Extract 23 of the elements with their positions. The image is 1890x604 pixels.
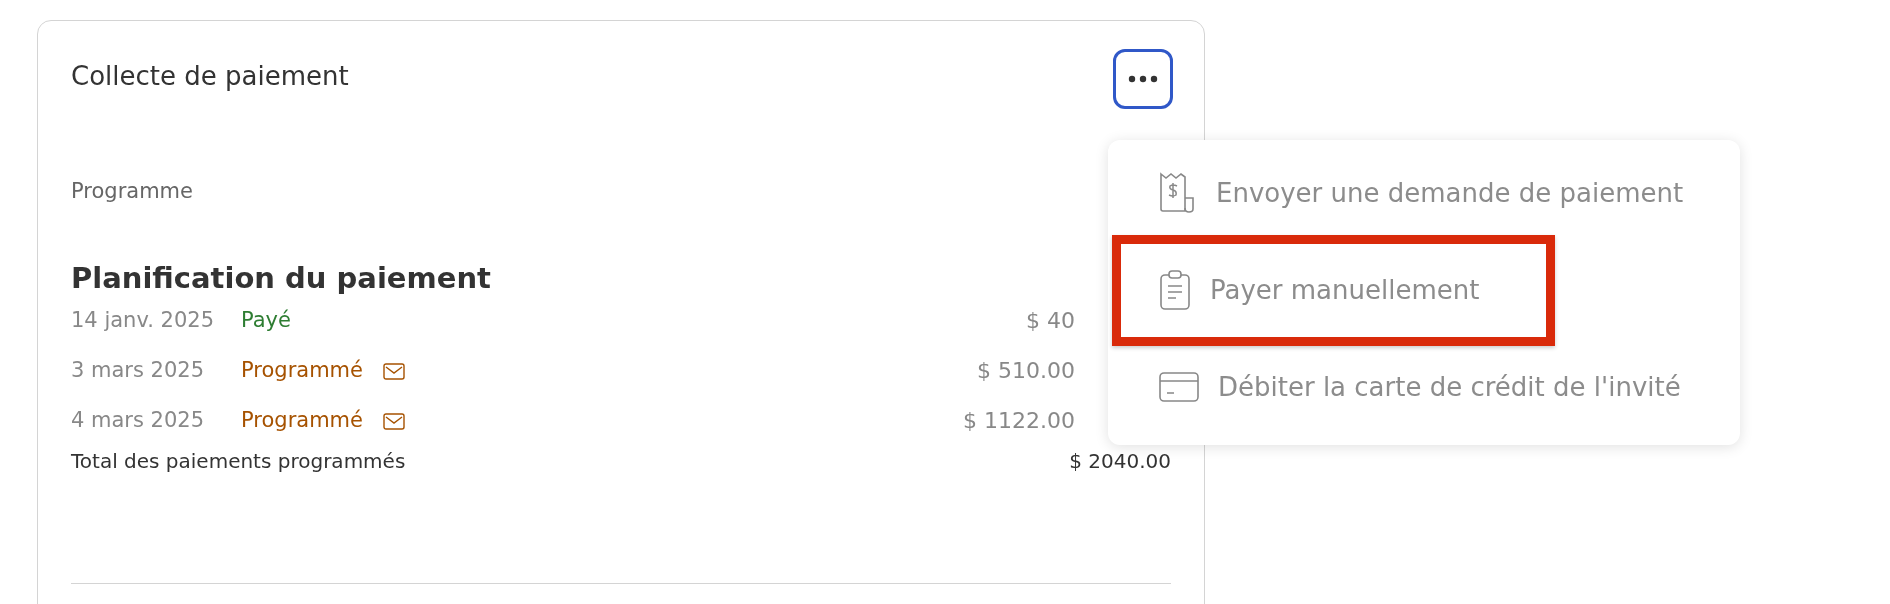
envelope-icon [383, 362, 405, 380]
payment-amount: $ 510.00 [977, 357, 1075, 383]
payment-date: 3 mars 2025 [71, 358, 206, 382]
ellipsis-icon [1128, 75, 1158, 83]
credit-card-icon [1158, 371, 1200, 403]
section-heading: Planification du paiement [71, 261, 492, 295]
menu-item[interactable]: Débiter la carte de crédit de l'invité [1108, 352, 1740, 422]
payment-status: Programmé [241, 358, 363, 382]
section-label: Programme [71, 179, 194, 203]
payment-amount: $ 1122.00 [963, 407, 1075, 433]
total-label: Total des paiements programmés [71, 449, 406, 473]
payment-status: Programmé [241, 408, 363, 432]
card-title: Collecte de paiement [71, 61, 349, 91]
menu-item[interactable]: Payer manuellement [1108, 255, 1740, 325]
payment-date: 4 mars 2025 [71, 408, 206, 432]
clipboard-icon [1158, 268, 1192, 312]
envelope-icon [383, 412, 405, 430]
payment-status: Payé [241, 308, 291, 332]
menu-item[interactable]: Envoyer une demande de paiement [1108, 158, 1740, 228]
payment-date: 14 janv. 2025 [71, 308, 215, 332]
more-options-button[interactable] [1113, 49, 1173, 109]
total-amount: $ 2040.00 [1069, 449, 1171, 473]
payment-amount: $ 40 [1026, 307, 1075, 333]
